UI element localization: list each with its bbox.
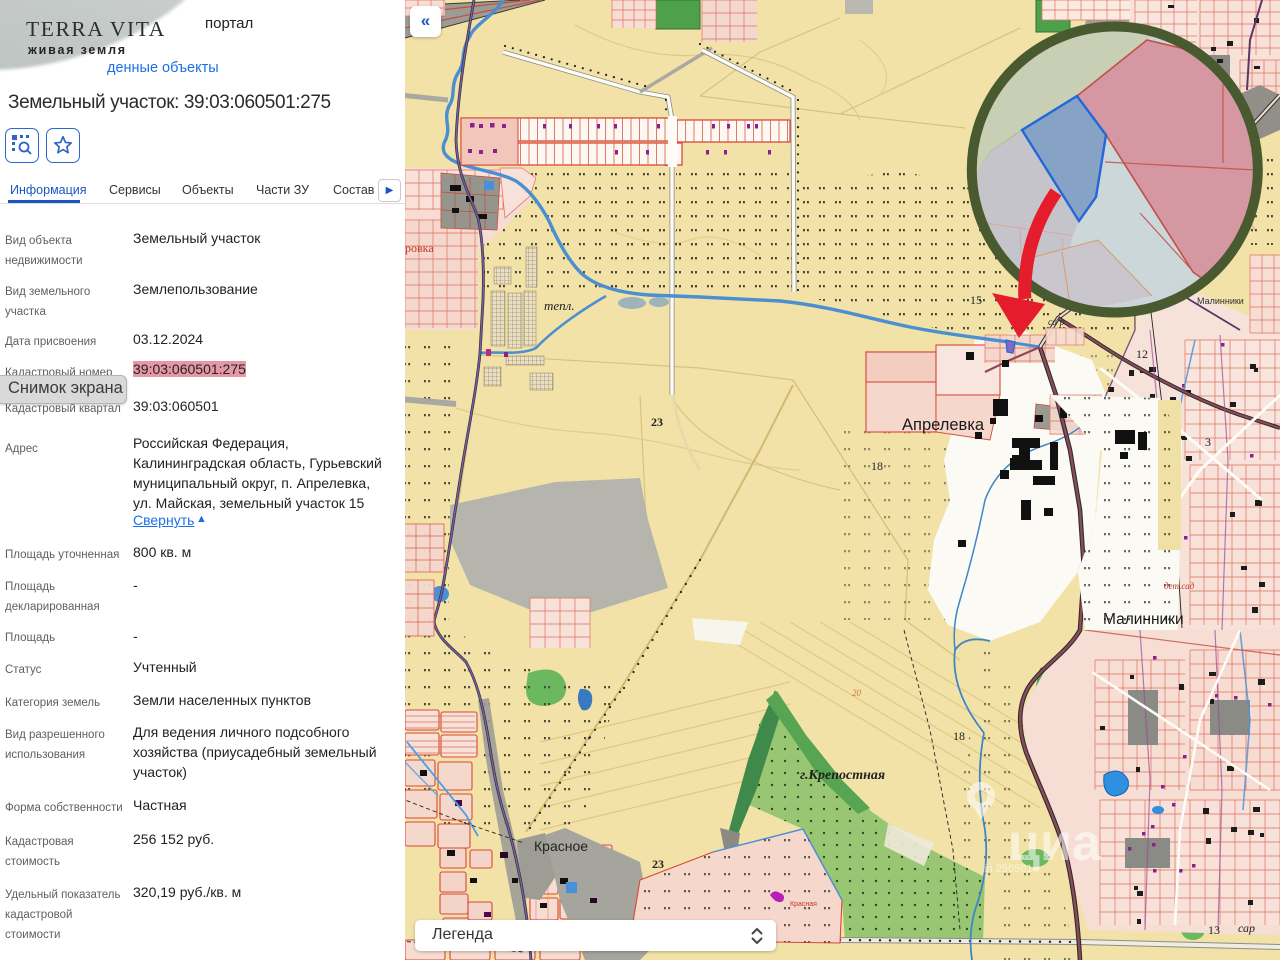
svg-text:Красное: Красное: [534, 838, 588, 854]
svg-text:18: 18: [953, 729, 965, 743]
svg-text:дет.сад: дет.сад: [1164, 581, 1195, 591]
svg-text:Красная: Красная: [790, 901, 817, 908]
svg-text:сар: сар: [1238, 921, 1255, 935]
svg-text:23: 23: [651, 415, 663, 429]
svg-text:23: 23: [652, 857, 664, 871]
svg-text:in 2565014: in 2565014: [984, 863, 1038, 875]
svg-text:15: 15: [970, 293, 982, 307]
svg-text:са р.: са р.: [1048, 317, 1067, 328]
svg-text:18: 18: [871, 459, 883, 473]
svg-text:ровка: ровка: [405, 241, 434, 255]
svg-text:3: 3: [1205, 435, 1211, 449]
svg-text:12: 12: [1136, 347, 1148, 361]
svg-text:Малинники: Малинники: [1103, 611, 1184, 628]
svg-text:Малинники: Малинники: [1197, 296, 1244, 306]
svg-text:20: 20: [852, 688, 862, 698]
svg-text:Апрелевка: Апрелевка: [902, 416, 985, 434]
svg-text:г.Крепостная: г.Крепостная: [800, 768, 885, 783]
svg-text:13: 13: [1208, 923, 1220, 937]
svg-text:тепл.: тепл.: [544, 298, 575, 313]
